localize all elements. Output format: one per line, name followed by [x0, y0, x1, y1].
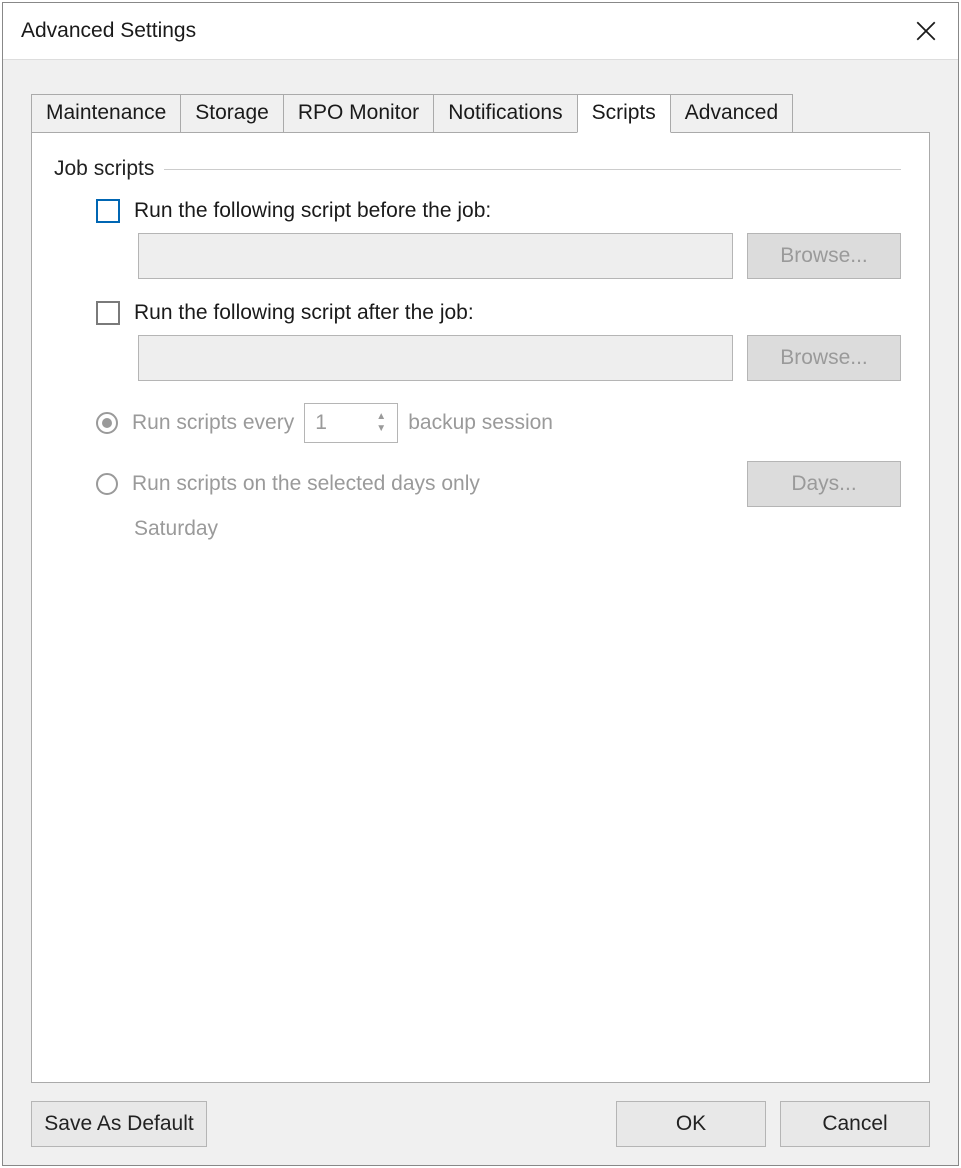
run-every-radio[interactable] — [96, 412, 118, 434]
client-area: Maintenance Storage RPO Monitor Notifica… — [3, 59, 958, 1165]
scripts-panel: Job scripts Run the following script bef… — [31, 132, 930, 1083]
after-job-checkbox[interactable] — [96, 301, 120, 325]
session-count-spinner[interactable]: 1 ▲ ▼ — [304, 403, 398, 443]
selected-days-text: Saturday — [134, 517, 901, 541]
after-job-label: Run the following script after the job: — [134, 301, 474, 325]
cancel-button[interactable]: Cancel — [780, 1101, 930, 1147]
advanced-settings-dialog: Advanced Settings Maintenance Storage RP… — [2, 2, 959, 1166]
run-days-label: Run scripts on the selected days only — [132, 472, 480, 496]
chevron-down-icon[interactable]: ▼ — [376, 423, 386, 435]
run-days-radio[interactable] — [96, 473, 118, 495]
tab-storage[interactable]: Storage — [180, 94, 284, 133]
radio-dot-icon — [102, 418, 112, 428]
tab-row: Maintenance Storage RPO Monitor Notifica… — [31, 94, 930, 133]
dialog-footer: Save As Default OK Cancel — [31, 1083, 930, 1147]
tab-advanced[interactable]: Advanced — [670, 94, 793, 133]
run-days-row: Run scripts on the selected days only Da… — [96, 461, 901, 507]
before-job-browse-button[interactable]: Browse... — [747, 233, 901, 279]
spinner-arrows: ▲ ▼ — [365, 404, 397, 442]
group-job-scripts: Job scripts — [54, 157, 901, 181]
tab-notifications[interactable]: Notifications — [433, 94, 577, 133]
titlebar: Advanced Settings — [3, 3, 958, 59]
group-label-text: Job scripts — [54, 157, 164, 181]
after-job-row: Run the following script after the job: — [96, 301, 901, 325]
ok-button[interactable]: OK — [616, 1101, 766, 1147]
run-every-suffix: backup session — [408, 411, 553, 435]
days-button[interactable]: Days... — [747, 461, 901, 507]
before-job-checkbox[interactable] — [96, 199, 120, 223]
tab-maintenance[interactable]: Maintenance — [31, 94, 181, 133]
tab-scripts[interactable]: Scripts — [577, 94, 671, 133]
run-every-prefix: Run scripts every — [132, 411, 294, 435]
group-divider — [164, 169, 901, 170]
chevron-up-icon[interactable]: ▲ — [376, 411, 386, 423]
session-count-value: 1 — [305, 404, 365, 442]
after-job-browse-button[interactable]: Browse... — [747, 335, 901, 381]
before-job-path-input[interactable] — [138, 233, 733, 279]
before-job-row: Run the following script before the job: — [96, 199, 901, 223]
tab-rpo-monitor[interactable]: RPO Monitor — [283, 94, 434, 133]
after-job-path-input[interactable] — [138, 335, 733, 381]
after-job-path-row: Browse... — [138, 335, 901, 381]
close-icon — [916, 21, 936, 41]
run-every-row: Run scripts every 1 ▲ ▼ backup session — [96, 403, 901, 443]
before-job-path-row: Browse... — [138, 233, 901, 279]
before-job-label: Run the following script before the job: — [134, 199, 491, 223]
window-title: Advanced Settings — [21, 19, 906, 43]
save-as-default-button[interactable]: Save As Default — [31, 1101, 207, 1147]
close-button[interactable] — [906, 11, 946, 51]
